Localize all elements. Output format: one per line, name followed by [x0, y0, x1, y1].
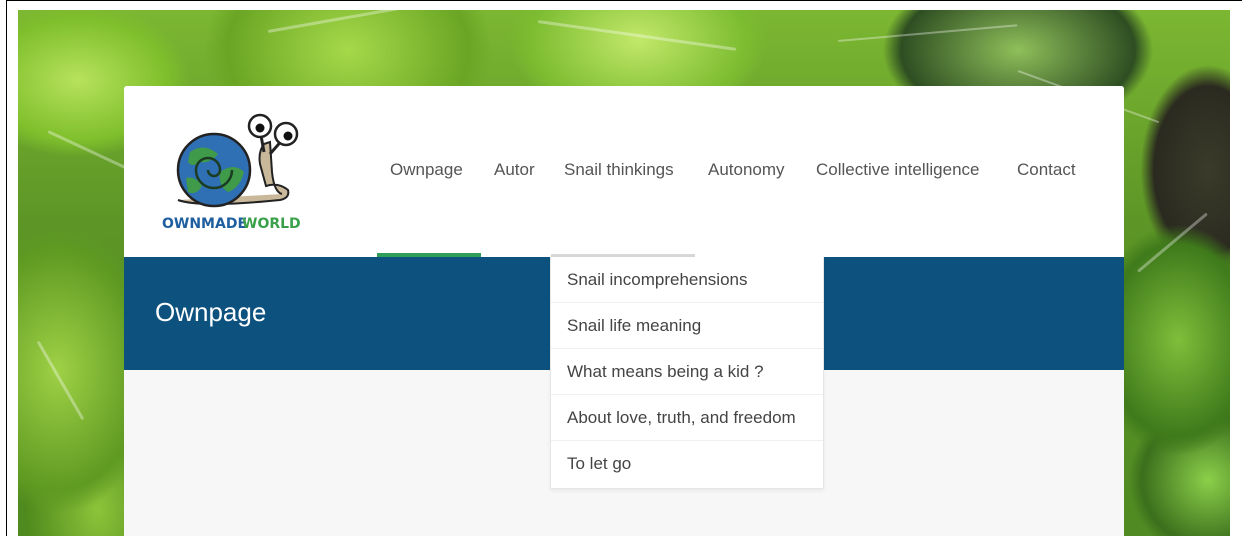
snail-thinkings-dropdown: Snail incomprehensions Snail life meanin…: [550, 257, 824, 489]
nav-item-autonomy[interactable]: Autonomy: [708, 160, 785, 180]
snail-globe-icon: OWNMADE WORLD: [162, 113, 301, 232]
nav-item-contact[interactable]: Contact: [1017, 160, 1076, 180]
page-title: Ownpage: [155, 297, 267, 327]
dropdown-item-snail-life-meaning[interactable]: Snail life meaning: [551, 303, 823, 349]
window-frame-top: [6, 0, 1242, 1]
nav-item-autor[interactable]: Autor: [494, 160, 535, 180]
dropdown-item-love-truth-freedom[interactable]: About love, truth, and freedom: [551, 395, 823, 441]
svg-text:WORLD: WORLD: [242, 216, 300, 232]
nav-item-ownpage[interactable]: Ownpage: [390, 160, 463, 180]
site-header: OWNMADE WORLD Ownpage Autor Snail thinki…: [124, 86, 1124, 257]
dropdown-item-snail-incomprehensions[interactable]: Snail incomprehensions: [551, 257, 823, 303]
svg-text:OWNMADE: OWNMADE: [162, 216, 247, 232]
window-frame-left: [6, 0, 7, 536]
dropdown-item-being-a-kid[interactable]: What means being a kid ?: [551, 349, 823, 395]
site-logo[interactable]: OWNMADE WORLD: [160, 112, 301, 232]
nav-item-snail-thinkings[interactable]: Snail thinkings: [564, 160, 674, 180]
nav-item-collective-intelligence[interactable]: Collective intelligence: [816, 160, 979, 180]
dropdown-item-to-let-go[interactable]: To let go: [551, 441, 823, 487]
